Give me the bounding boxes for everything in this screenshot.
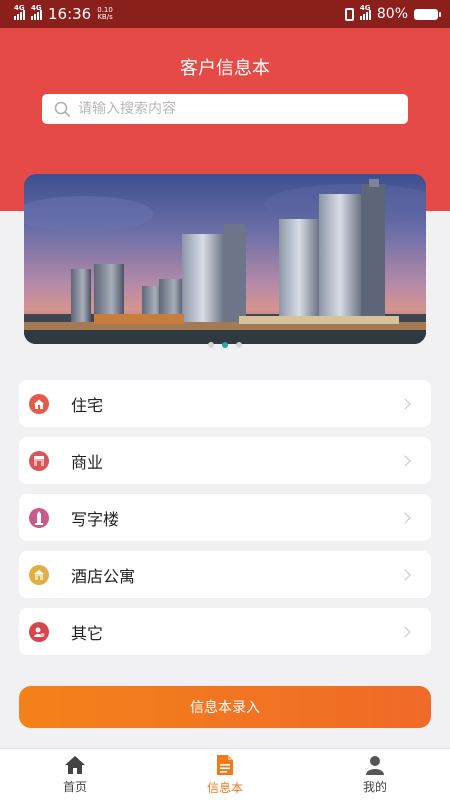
category-item-residential[interactable]: 住宅	[19, 380, 431, 427]
chevron-right-icon	[399, 397, 411, 410]
tab-home[interactable]: 首页	[0, 749, 150, 800]
hotel-icon	[29, 564, 49, 585]
network-type-label: 4G	[359, 4, 371, 12]
search-input[interactable]	[78, 101, 408, 117]
network-speed-unit: KB/s	[97, 13, 113, 21]
category-item-office[interactable]: 写字楼	[19, 494, 431, 541]
category-label: 酒店公寓	[71, 566, 136, 586]
category-label: 商业	[71, 452, 104, 472]
user-icon	[366, 755, 384, 775]
search-icon	[54, 101, 70, 117]
category-label: 其它	[71, 623, 104, 643]
document-icon	[217, 754, 233, 775]
carousel-dot[interactable]	[208, 342, 214, 348]
battery-icon	[414, 8, 441, 20]
carousel-indicator	[0, 342, 450, 348]
network-type-label: 4G	[31, 4, 42, 12]
status-time: 16:36	[48, 5, 92, 23]
signal-icon: 4G	[14, 4, 25, 20]
chevron-right-icon	[399, 511, 411, 524]
tab-label: 信息本	[206, 780, 243, 795]
shop-icon	[29, 450, 49, 471]
tab-label: 首页	[62, 779, 87, 794]
tab-label: 我的	[362, 779, 387, 794]
building-skyline-illustration	[24, 179, 426, 344]
status-left: 4G 4G 16:36 0.10 KB/s	[14, 4, 113, 23]
battery-percent: 80%	[376, 6, 408, 22]
page-title: 客户信息本	[180, 58, 270, 79]
vibrate-icon	[344, 7, 354, 21]
office-tower-icon	[29, 507, 49, 528]
carousel-dot[interactable]	[236, 342, 242, 348]
status-bar: 4G 4G 16:36 0.10 KB/s 4G 80%	[0, 0, 450, 28]
category-label: 住宅	[71, 395, 104, 415]
chevron-right-icon	[399, 625, 411, 638]
home-icon	[65, 755, 85, 774]
category-item-commercial[interactable]: 商业	[19, 437, 431, 484]
chevron-right-icon	[399, 454, 411, 467]
network-type-label: 4G	[14, 4, 25, 12]
info-entry-button[interactable]: 信息本录入	[19, 686, 431, 728]
search-bar[interactable]	[42, 94, 408, 124]
tab-info-book[interactable]: 信息本	[150, 749, 300, 800]
bottom-tab-bar: 首页 信息本 我的	[0, 748, 450, 800]
tab-profile[interactable]: 我的	[300, 749, 450, 800]
category-label: 写字楼	[71, 509, 120, 529]
house-icon	[29, 393, 49, 414]
banner-image[interactable]	[24, 174, 426, 344]
signal-icon: 4G	[359, 4, 371, 20]
status-right: 4G 80%	[344, 4, 441, 22]
category-item-other[interactable]: 其它	[19, 608, 431, 655]
other-icon	[29, 621, 49, 642]
category-list: 住宅 商业 写字楼 酒店公寓 其它	[19, 380, 431, 665]
chevron-right-icon	[399, 568, 411, 581]
category-item-hotel-apartment[interactable]: 酒店公寓	[19, 551, 431, 598]
network-speed: 0.10 KB/s	[97, 7, 113, 21]
carousel-dot-active[interactable]	[222, 342, 228, 348]
signal-icon: 4G	[31, 4, 42, 20]
